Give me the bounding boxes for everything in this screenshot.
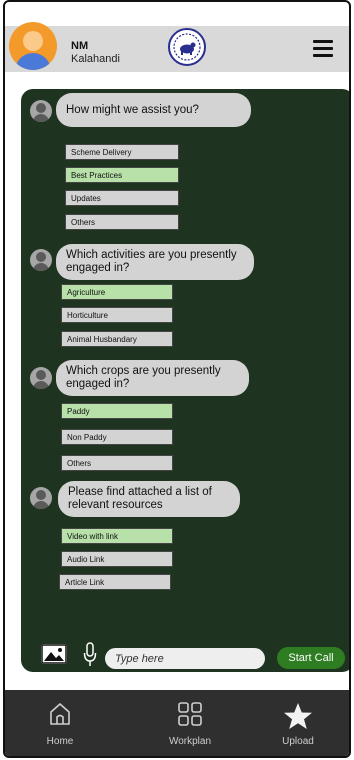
user-location: Kalahandi	[71, 53, 120, 65]
nav-label-home: Home	[46, 736, 74, 747]
nav-label-workplan: Workplan	[168, 736, 212, 747]
option-animal-husbandary[interactable]: Animal Husbandary	[61, 331, 173, 347]
chat-question: Which crops are you presently engaged in…	[56, 360, 249, 396]
nav-item-upload[interactable]: Upload	[263, 690, 333, 756]
option-video-with-link[interactable]: Video with link	[61, 528, 173, 544]
chat-question: Please find attached a list of relevant …	[58, 481, 240, 517]
chat-question: Which activities are you presently engag…	[56, 244, 254, 280]
grid-icon	[178, 702, 202, 726]
bot-avatar-icon	[30, 100, 52, 122]
chat-composer: Start Call	[5, 642, 349, 672]
app-header: NM Kalahandi	[5, 22, 349, 72]
option-audio-link[interactable]: Audio Link	[61, 551, 173, 567]
nav-item-home[interactable]: Home	[25, 690, 95, 756]
option-others[interactable]: Others	[65, 214, 179, 230]
chat-question: How might we assist you?	[56, 93, 251, 127]
option-non-paddy[interactable]: Non Paddy	[61, 429, 173, 445]
bot-avatar-icon	[30, 367, 52, 389]
option-paddy[interactable]: Paddy	[61, 403, 173, 419]
bot-avatar-icon	[30, 249, 52, 271]
user-name: NM	[71, 40, 89, 52]
option-scheme-delivery[interactable]: Scheme Delivery	[65, 144, 179, 160]
start-call-button[interactable]: Start Call	[277, 647, 345, 669]
chat-panel: How might we assist you? Scheme Delivery…	[21, 89, 349, 672]
option-others[interactable]: Others	[61, 455, 173, 471]
home-icon	[50, 703, 70, 725]
phone-screen: NM Kalahandi How might we assist you? Sc…	[3, 0, 351, 758]
nav-label-upload: Upload	[282, 736, 314, 747]
bot-avatar-icon	[30, 487, 52, 509]
option-agriculture[interactable]: Agriculture	[61, 284, 173, 300]
nav-item-workplan[interactable]: Workplan	[155, 690, 225, 756]
message-input[interactable]	[105, 648, 265, 669]
option-updates[interactable]: Updates	[65, 190, 179, 206]
hamburger-menu-icon[interactable]	[313, 40, 333, 58]
option-horticulture[interactable]: Horticulture	[61, 307, 173, 323]
bottom-navigation: Home Workplan Upload	[5, 690, 349, 756]
image-attach-icon[interactable]	[41, 644, 67, 664]
option-article-link[interactable]: Article Link	[59, 574, 171, 590]
government-emblem-icon	[168, 28, 206, 66]
microphone-icon[interactable]	[83, 642, 97, 668]
user-avatar[interactable]	[9, 22, 57, 70]
star-icon	[284, 703, 312, 729]
option-best-practices[interactable]: Best Practices	[65, 167, 179, 183]
